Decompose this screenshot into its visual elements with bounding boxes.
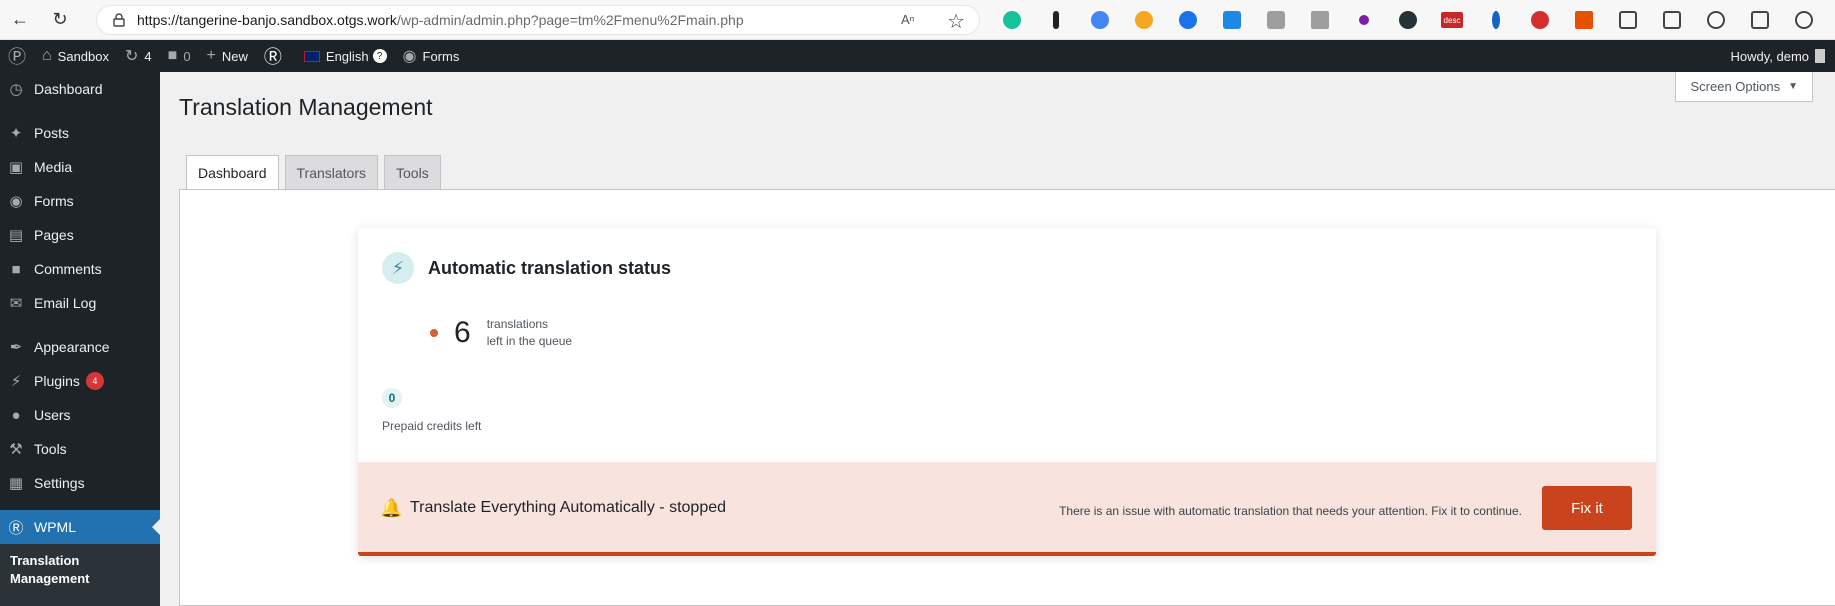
card-title: Automatic translation status bbox=[428, 257, 672, 278]
google-ext-icon[interactable] bbox=[1078, 8, 1122, 32]
address-bar[interactable]: https://tangerine-banjo.sandbox.otgs.wor… bbox=[96, 5, 980, 35]
tm-tabs: Dashboard Translators Tools bbox=[186, 155, 441, 190]
tab-dashboard[interactable]: Dashboard bbox=[186, 155, 279, 190]
k-avatar-icon[interactable] bbox=[1386, 8, 1430, 32]
queue-count: 6 bbox=[454, 316, 471, 349]
sidebar-item-dashboard[interactable]: ◷ Dashboard bbox=[0, 72, 160, 106]
forms-link[interactable]: ◉ Forms bbox=[395, 40, 468, 72]
avatar bbox=[1815, 49, 1825, 63]
automatic-translation-status-card: ⚡ Automatic translation status 6 transla… bbox=[358, 228, 1656, 556]
camera-icon[interactable] bbox=[1254, 8, 1298, 32]
ext-g-icon[interactable] bbox=[1166, 8, 1210, 32]
plugin-icon: ⚡ bbox=[10, 373, 22, 390]
sidebar-item-comments[interactable]: ■ Comments bbox=[0, 252, 160, 286]
extensions-row: desc bbox=[990, 8, 1826, 32]
lightning-bolt-icon: ⚡ bbox=[382, 252, 414, 284]
forms-icon: ◉ bbox=[9, 193, 23, 210]
fix-it-button[interactable]: Fix it bbox=[1542, 486, 1632, 530]
help-icon[interactable]: ? bbox=[372, 49, 387, 63]
eyedropper-icon[interactable] bbox=[1034, 8, 1078, 32]
tag-icon[interactable] bbox=[1210, 8, 1254, 32]
copy-icon[interactable] bbox=[1298, 8, 1342, 32]
dashboard-icon: ◷ bbox=[9, 81, 23, 98]
pin-icon: ✦ bbox=[9, 125, 23, 142]
translation-stopped-alert: 🔔 Translate Everything Automatically - s… bbox=[358, 462, 1656, 556]
s-ext-icon[interactable] bbox=[1518, 8, 1562, 32]
pages-icon: ▤ bbox=[8, 227, 24, 244]
tab-translators[interactable]: Translators bbox=[284, 155, 379, 189]
wp-admin-bar: Ⓟ ⌂ Sandbox ↻ 4 ■ 0 + New Ⓡ English? ◉ Forms … bbox=[0, 40, 1835, 72]
alert-message: There is an issue with automatic transla… bbox=[1059, 504, 1522, 518]
queue-label: translations left in the queue bbox=[486, 317, 573, 348]
updates-link[interactable]: ↻ 4 bbox=[117, 40, 160, 72]
grammarly-icon[interactable] bbox=[990, 8, 1034, 32]
caret-down-icon: ▼ bbox=[1788, 81, 1798, 92]
admin-menu: ◷ Dashboard ✦ Posts ▣ Media ◉ Forms ▤ Pages ■… bbox=[0, 72, 160, 606]
sparkle-icon[interactable] bbox=[1342, 8, 1386, 32]
queue-status-dot bbox=[430, 329, 438, 337]
sidebar-item-tools[interactable]: ⚒ Tools bbox=[0, 432, 160, 466]
card-header: ⚡ Automatic translation status bbox=[382, 252, 671, 284]
queue-status: 6 translations left in the queue bbox=[430, 316, 572, 350]
desc-ext-icon[interactable]: desc bbox=[1430, 8, 1474, 32]
sidebar-item-settings[interactable]: ▦ Settings bbox=[0, 466, 160, 500]
page-title: Translation Management bbox=[179, 94, 433, 120]
plugins-update-count-badge: 4 bbox=[85, 372, 104, 390]
home-icon: ⌂ bbox=[42, 47, 52, 64]
favorites-icon[interactable] bbox=[1694, 8, 1738, 32]
wpml-adminbar-icon[interactable]: Ⓡ bbox=[256, 40, 296, 72]
screen-options-button[interactable]: Screen Options ▼ bbox=[1675, 72, 1813, 102]
user-icon: ● bbox=[11, 406, 21, 424]
site-name-link[interactable]: ⌂ Sandbox bbox=[34, 40, 117, 72]
my-account-link[interactable]: Howdy, demo bbox=[1730, 40, 1825, 72]
new-content-link[interactable]: + New bbox=[199, 40, 256, 72]
sidebar-item-wpml[interactable]: Ⓡ WPML bbox=[0, 510, 160, 544]
comment-bubble-icon: ■ bbox=[167, 47, 178, 64]
wp-logo-icon[interactable]: Ⓟ bbox=[0, 40, 34, 72]
brush-icon: ✒ bbox=[9, 339, 23, 356]
puzzle-icon[interactable] bbox=[1606, 8, 1650, 32]
plus-icon: + bbox=[206, 47, 216, 64]
collections-icon[interactable] bbox=[1738, 8, 1782, 32]
sidebar-item-users[interactable]: ● Users bbox=[0, 398, 160, 432]
submenu-translation-management[interactable]: Translation Management bbox=[10, 552, 90, 588]
sidebar-item-email-log[interactable]: ✉ Email Log bbox=[0, 286, 160, 320]
reload-icon[interactable]: ↻ bbox=[40, 0, 80, 40]
split-screen-icon[interactable] bbox=[1650, 8, 1694, 32]
bell-icon: 🔔 bbox=[380, 498, 403, 518]
feather-icon[interactable] bbox=[1474, 8, 1518, 32]
sidebar-item-plugins[interactable]: ⚡ Plugins 4 bbox=[0, 364, 160, 398]
sidebar-item-pages[interactable]: ▤ Pages bbox=[0, 218, 160, 252]
gear-flower-icon[interactable] bbox=[1122, 8, 1166, 32]
sidebar-item-forms[interactable]: ◉ Forms bbox=[0, 184, 160, 218]
sidebar-item-appearance[interactable]: ✒ Appearance bbox=[0, 330, 160, 364]
wrench-icon: ⚒ bbox=[9, 441, 23, 458]
read-aloud-icon[interactable]: Aⁿ bbox=[901, 12, 919, 30]
sidebar-item-posts[interactable]: ✦ Posts bbox=[0, 116, 160, 150]
tab-tools[interactable]: Tools bbox=[384, 155, 441, 189]
heart-rate-icon[interactable] bbox=[1782, 8, 1826, 32]
browser-toolbar: ← ↻ https://tangerine-banjo.sandbox.otgs… bbox=[0, 0, 1835, 40]
forms-icon: ◉ bbox=[402, 48, 417, 65]
language-switcher[interactable]: English? bbox=[296, 40, 395, 72]
comments-link[interactable]: ■ 0 bbox=[160, 40, 199, 72]
bookmark-ext-icon[interactable] bbox=[1562, 8, 1606, 32]
url-text: https://tangerine-banjo.sandbox.otgs.wor… bbox=[137, 12, 744, 28]
prepaid-credits-label: Prepaid credits left bbox=[382, 419, 482, 433]
back-arrow-icon[interactable]: ← bbox=[0, 0, 40, 40]
updates-icon: ↻ bbox=[125, 48, 139, 65]
wpml-icon: Ⓡ bbox=[8, 519, 24, 537]
media-icon: ▣ bbox=[8, 159, 24, 176]
favorite-star-icon[interactable]: ☆ bbox=[947, 9, 965, 34]
email-icon: ✉ bbox=[9, 295, 23, 312]
site-info-icon[interactable] bbox=[111, 12, 127, 28]
prepaid-credits-count: 0 bbox=[382, 388, 402, 408]
wpml-submenu: Translation Management bbox=[0, 544, 160, 606]
comment-icon: ■ bbox=[11, 260, 21, 278]
sidebar-item-media[interactable]: ▣ Media bbox=[0, 150, 160, 184]
settings-icon: ▦ bbox=[8, 475, 24, 492]
alert-title: Translate Everything Automatically - sto… bbox=[410, 499, 727, 516]
uk-flag-icon bbox=[303, 50, 320, 62]
